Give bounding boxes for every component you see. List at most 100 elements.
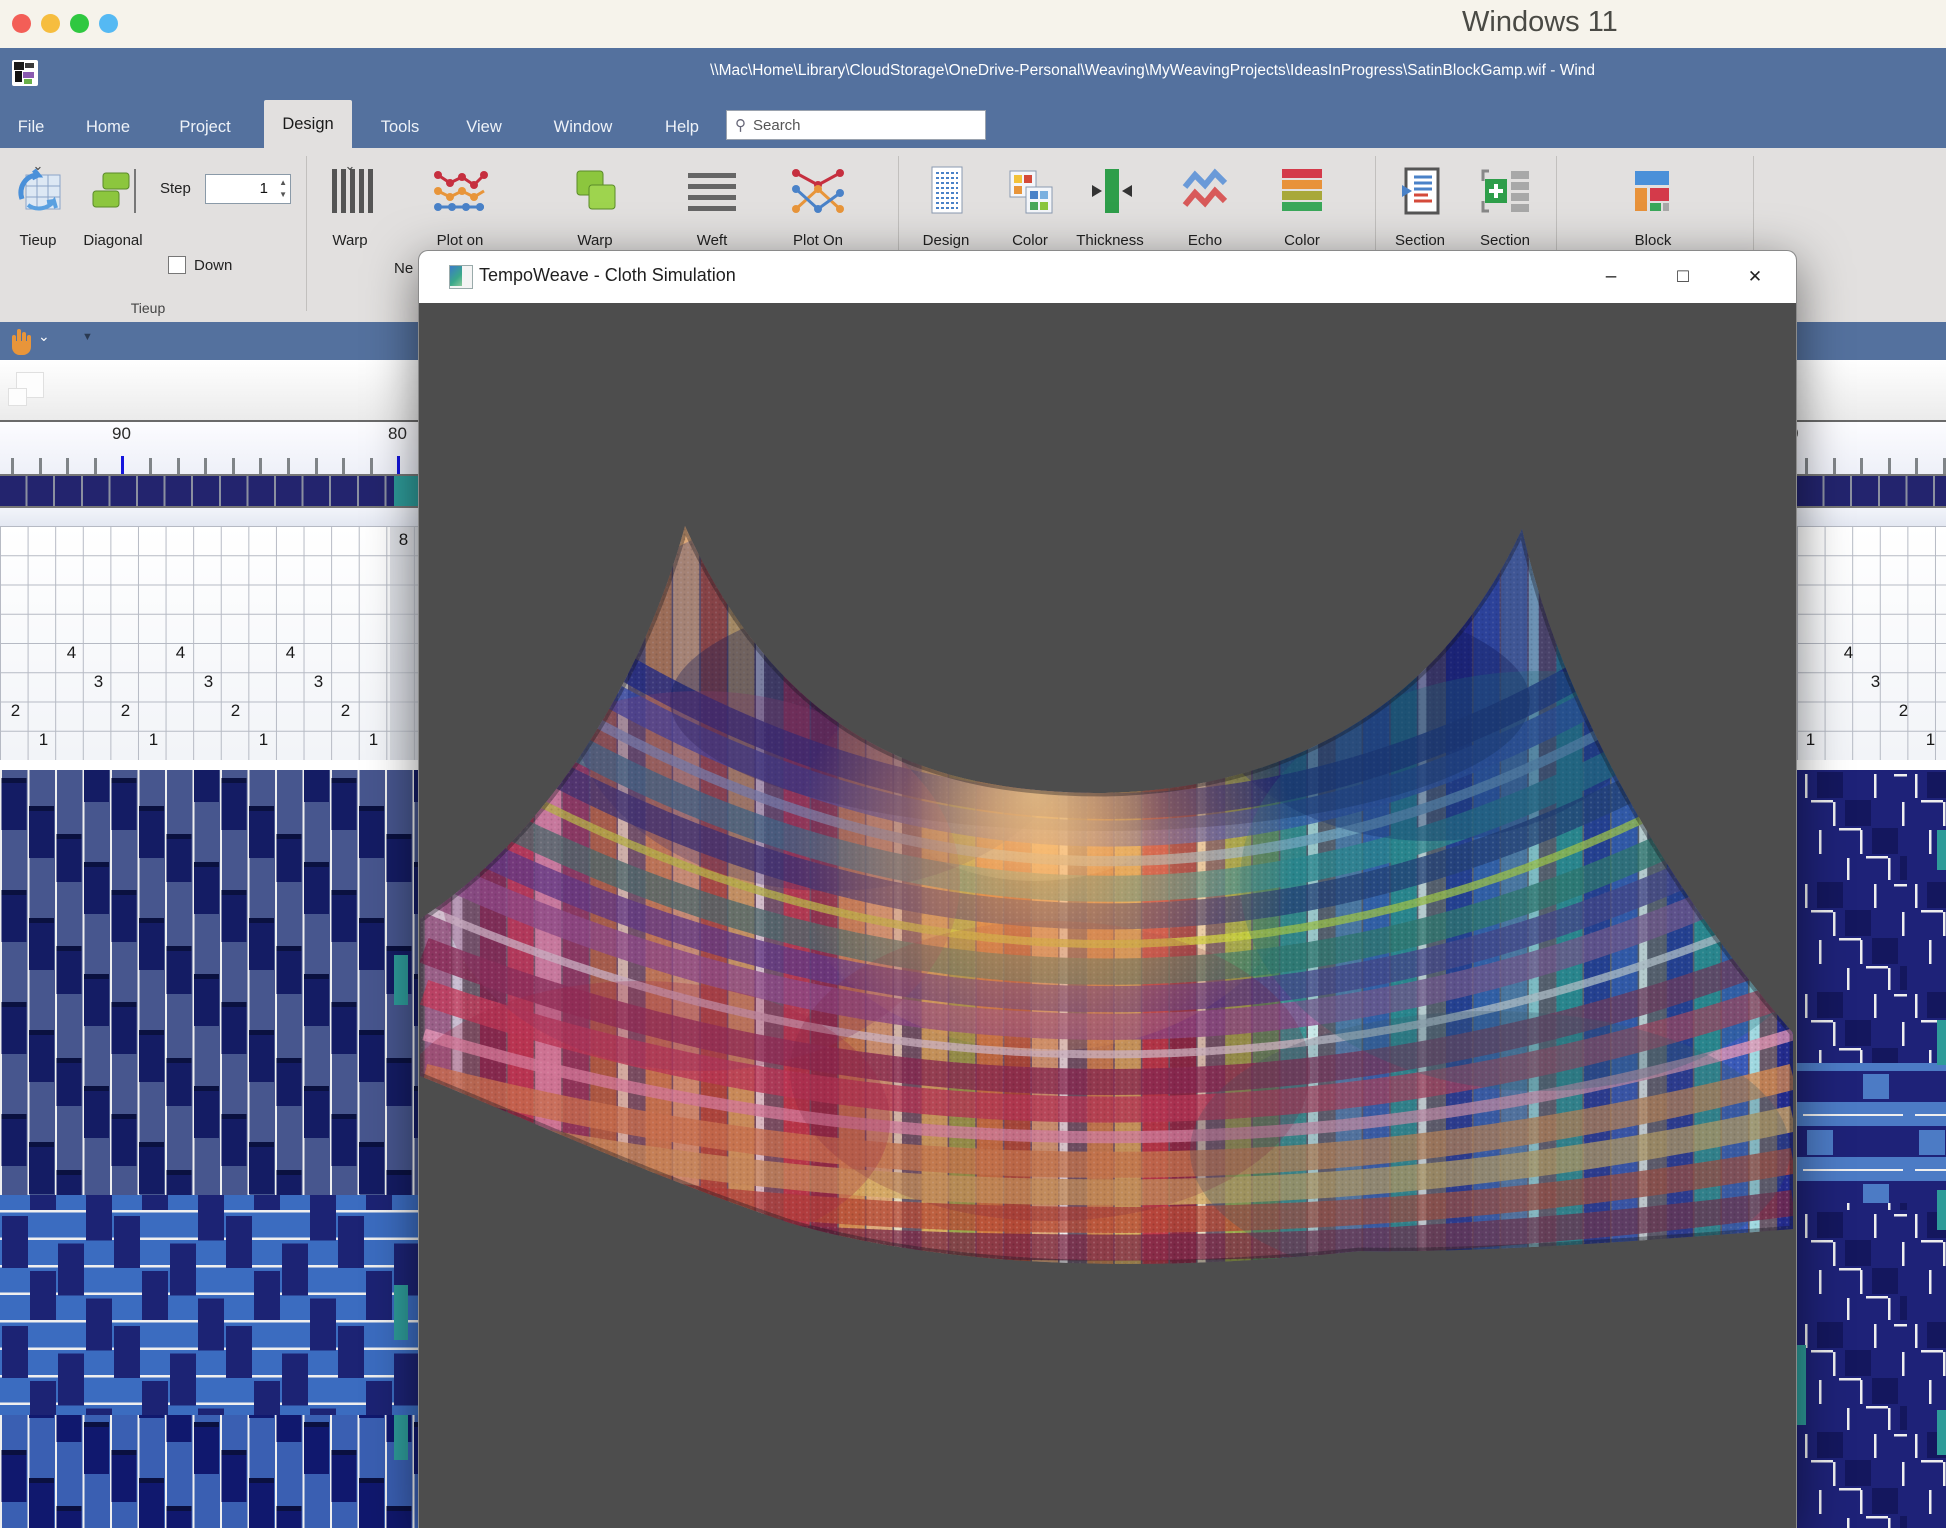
threading-number: 1	[360, 730, 387, 750]
echo-icon	[1179, 158, 1231, 224]
warp-color-cell-teal[interactable]	[394, 476, 418, 506]
ruler-tick	[1888, 458, 1891, 474]
draft-gap	[1797, 760, 1946, 770]
weft-lines-icon	[684, 158, 740, 224]
threading-number: 3	[85, 672, 112, 692]
weave-section	[1797, 1203, 1946, 1528]
close-button[interactable]: ✕	[1720, 251, 1790, 303]
threading-number: 3	[195, 672, 222, 692]
thickness-icon	[1084, 158, 1136, 224]
teal-warp-accent	[1937, 1190, 1946, 1230]
menu-item-window[interactable]: Window	[548, 106, 618, 148]
dropdown-arrow-icon[interactable]: ▼	[82, 331, 93, 343]
threading-number: 1	[1797, 730, 1824, 750]
chevron-down-icon[interactable]: ⌄	[38, 328, 50, 345]
section-doc-icon	[1394, 158, 1446, 224]
plot-lines-icon	[432, 158, 488, 224]
threading-number: 8	[390, 530, 417, 550]
threading-number: 3	[1862, 672, 1889, 692]
zoom-traffic-light-icon[interactable]	[70, 14, 89, 33]
warp-ruler[interactable]: 90 80	[0, 422, 418, 474]
fullscreen-traffic-light-icon[interactable]	[99, 14, 118, 33]
ruler-tick	[315, 458, 318, 474]
white-square-icon	[8, 388, 27, 406]
step-down-icon[interactable]: ▼	[279, 191, 287, 199]
threading-number: 1	[250, 730, 277, 750]
step-up-icon[interactable]: ▲	[279, 179, 287, 187]
tieup-group-label: Tieup	[88, 300, 208, 316]
threading-number: 2	[222, 701, 249, 721]
app-icon	[12, 60, 38, 86]
threading-grid[interactable]	[1797, 526, 1946, 760]
ruler-tick	[204, 458, 207, 474]
block-icon	[1627, 158, 1679, 224]
menu-item-file[interactable]: File	[8, 106, 54, 148]
fabric-warp-stripe	[480, 401, 506, 1301]
maximize-button[interactable]: □	[1648, 251, 1718, 303]
hand-tool-icon[interactable]	[8, 327, 34, 355]
threading-number: 4	[58, 643, 85, 663]
chevron-down-icon[interactable]: ⌄	[33, 158, 44, 174]
drawdown-right[interactable]	[1797, 770, 1946, 1528]
chevron-down-icon[interactable]: ⌄	[345, 158, 356, 174]
diagonal-button[interactable]: Diagonal	[65, 158, 161, 268]
menu-item-home[interactable]: Home	[80, 106, 136, 148]
app-titlebar: \\Mac\Home\Library\CloudStorage\OneDrive…	[0, 48, 1946, 148]
search-icon: ⚲	[735, 116, 746, 134]
threading-number: 2	[1890, 701, 1917, 721]
ruler-tick	[1860, 458, 1863, 474]
sim-window-icon	[449, 265, 473, 289]
warp-ruler[interactable]: 0	[1797, 422, 1946, 474]
step-label: Step	[160, 180, 191, 197]
threading-number: 3	[305, 672, 332, 692]
section-add-icon	[1477, 158, 1533, 224]
threading-end-column	[390, 526, 418, 760]
threading-number: 2	[112, 701, 139, 721]
threading-number: 4	[277, 643, 304, 663]
teal-warp-accent	[394, 1415, 408, 1460]
weave-section	[0, 770, 418, 1195]
design-doc-icon	[920, 158, 972, 224]
ruler-number: 90	[112, 424, 131, 444]
teal-warp-accent	[1937, 830, 1946, 870]
ruler-number: 80	[388, 424, 407, 444]
mac-window-bar: Windows 11	[0, 0, 1946, 48]
menu-item-project[interactable]: Project	[172, 106, 238, 148]
screen: Windows 11 \\Mac\Home\Library\CloudStora…	[0, 0, 1946, 1528]
draft-gap	[0, 760, 418, 770]
teal-warp-accent	[394, 1285, 408, 1340]
down-checkbox[interactable]	[168, 256, 186, 274]
ruler-tick	[11, 458, 14, 474]
menu-item-view[interactable]: View	[458, 106, 510, 148]
menu-item-help[interactable]: Help	[658, 106, 706, 148]
step-value: 1	[260, 180, 268, 197]
ruler-tick	[397, 456, 400, 474]
drawdown-left[interactable]	[0, 770, 418, 1528]
menu-item-design[interactable]: Design	[264, 100, 352, 148]
threading-number: 2	[332, 701, 359, 721]
warp-button[interactable]: Warp ⌄	[302, 158, 398, 268]
close-traffic-light-icon[interactable]	[12, 14, 31, 33]
warp-colorbar[interactable]	[0, 474, 418, 508]
teal-warp-accent	[1937, 1020, 1946, 1065]
threading-number: 4	[1835, 643, 1862, 663]
fabric-warp-stripe	[425, 401, 451, 1301]
cloth-simulation-window[interactable]: TempoWeave - Cloth Simulation – □ ✕	[418, 250, 1797, 1528]
minimize-button[interactable]: –	[1576, 251, 1646, 303]
spacer-row	[1797, 508, 1946, 526]
weave-section	[1797, 1063, 1946, 1203]
sim-viewport[interactable]	[419, 303, 1796, 1528]
sim-window-titlebar[interactable]: TempoWeave - Cloth Simulation – □ ✕	[419, 251, 1796, 303]
minimize-traffic-light-icon[interactable]	[41, 14, 60, 33]
drawdown-weave	[1797, 770, 1946, 1528]
teal-warp-accent	[1937, 1410, 1946, 1455]
warp-colorbar[interactable]	[1797, 474, 1946, 508]
cloth-fabric	[419, 303, 1796, 1528]
draft-strip-left: 9080214321432143218	[0, 422, 418, 1528]
ruler-tick	[39, 458, 42, 474]
search-input[interactable]: ⚲ Search	[726, 110, 986, 140]
drawdown-weave	[0, 770, 418, 1528]
step-spinner[interactable]: 1 ▲ ▼	[205, 174, 291, 204]
menu-item-tools[interactable]: Tools	[372, 106, 428, 148]
teal-warp-accent	[1797, 1345, 1806, 1425]
